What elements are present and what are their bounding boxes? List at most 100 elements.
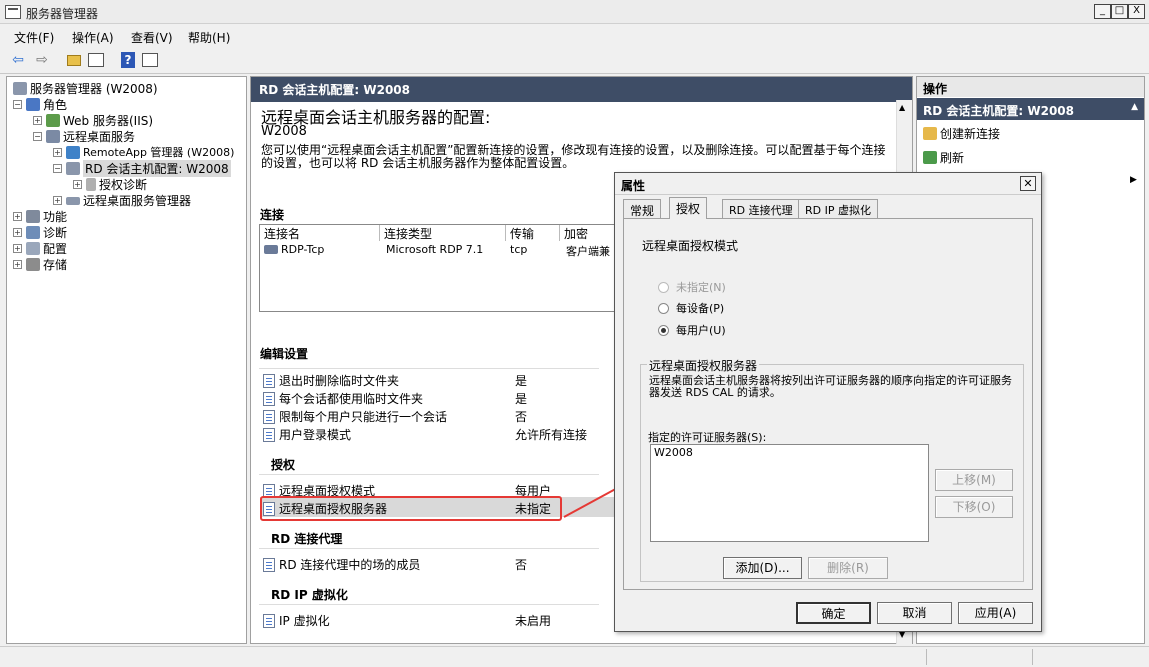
ok-button[interactable]: 确定	[796, 602, 871, 624]
setting-value: 允许所有连接	[515, 428, 588, 442]
expand-icon[interactable]: +	[13, 260, 22, 269]
setting-single-session[interactable]: 限制每个用户只能进行一个会话	[263, 408, 447, 425]
col-encryption[interactable]: 加密	[560, 225, 620, 241]
window-title: 服务器管理器	[26, 7, 99, 21]
expand-icon[interactable]: +	[13, 212, 22, 221]
license-mode-label: 远程桌面授权模式	[642, 239, 739, 253]
menu-action[interactable]: 操作(A)	[72, 29, 114, 46]
minimize-button[interactable]: _	[1094, 4, 1111, 19]
list-item[interactable]: W2008	[654, 446, 693, 459]
tree-item-roles[interactable]: − 角色	[13, 96, 67, 113]
radio-selected-icon	[658, 324, 669, 336]
server-icon	[13, 82, 27, 95]
tab-licensing[interactable]: 授权	[669, 197, 708, 219]
tree-item-rds[interactable]: − 远程桌面服务	[33, 128, 135, 145]
connections-list[interactable]: 连接名 连接类型 传输 加密 RDP-Tcp Microsoft RDP 7.1…	[259, 224, 620, 312]
setting-icon	[263, 391, 275, 406]
server-list-label: 指定的许可证服务器(S):	[648, 431, 767, 444]
tree-item-web[interactable]: + Web 服务器(IIS)	[33, 112, 153, 129]
collapse-icon[interactable]: −	[33, 132, 42, 141]
expand-icon[interactable]: +	[53, 196, 62, 205]
maximize-button[interactable]: □	[1111, 4, 1128, 19]
radio-unspecified[interactable]: 未指定(N)	[658, 279, 726, 295]
row-transport: tcp	[510, 243, 528, 256]
cancel-button[interactable]: 取消	[877, 602, 952, 624]
row-type: Microsoft RDP 7.1	[386, 243, 484, 256]
col-transport[interactable]: 传输	[506, 225, 560, 241]
up-folder-icon[interactable]	[64, 50, 84, 70]
setting-broker-member[interactable]: RD 连接代理中的场的成员	[263, 556, 420, 573]
expand-icon[interactable]: +	[13, 244, 22, 253]
expand-icon[interactable]: +	[33, 116, 42, 125]
dialog-titlebar: 属性 ✕	[615, 173, 1041, 195]
help-icon[interactable]: ?	[118, 50, 138, 70]
tab-rd-ipv[interactable]: RD IP 虚拟化	[798, 199, 878, 218]
setting-value: 否	[515, 558, 528, 572]
toolbar: ⇦ ⇨ ?	[0, 47, 1149, 74]
tree-item-root[interactable]: 服务器管理器 (W2008)	[13, 80, 158, 97]
table-row[interactable]: RDP-Tcp	[264, 243, 324, 256]
tree-item-rdsmanager[interactable]: + 远程桌面服务管理器	[53, 192, 191, 209]
remove-button[interactable]: 删除(R)	[808, 557, 888, 579]
menu-help[interactable]: 帮助(H)	[188, 29, 230, 46]
col-type[interactable]: 连接类型	[380, 225, 506, 241]
dialog-close-button[interactable]: ✕	[1020, 176, 1036, 191]
server-list[interactable]: W2008	[650, 444, 929, 542]
submenu-arrow-icon[interactable]: ▶	[1130, 175, 1137, 185]
col-name[interactable]: 连接名	[260, 225, 380, 241]
radio-icon	[658, 302, 669, 314]
title-bar: 服务器管理器 _ □ X	[0, 0, 1149, 24]
tree-item-diagnostics[interactable]: + 诊断	[13, 224, 67, 241]
apply-button[interactable]: 应用(A)	[958, 602, 1033, 624]
setting-ip-virtualization[interactable]: IP 虚拟化	[263, 612, 330, 629]
remote-desktop-icon	[46, 130, 60, 143]
scroll-up-icon[interactable]: ▲	[899, 103, 905, 112]
forward-arrow-icon[interactable]: ⇨	[32, 50, 52, 70]
setting-icon	[263, 373, 275, 388]
collapse-icon[interactable]: −	[53, 164, 62, 173]
action-new-connection[interactable]: 创建新连接	[923, 125, 1000, 142]
radio-icon	[658, 281, 669, 293]
license-server-group: 远程桌面授权服务器 远程桌面会话主机服务器将按列出许可证服务器的顺序向指定的许可…	[640, 357, 1024, 582]
add-button[interactable]: 添加(D)...	[723, 557, 802, 579]
move-up-button[interactable]: 上移(M)	[935, 469, 1013, 491]
ipv-section: RD IP 虚拟化	[271, 588, 348, 602]
setting-temp-per-session[interactable]: 每个会话都使用临时文件夹	[263, 390, 423, 407]
tree-item-features[interactable]: + 功能	[13, 208, 67, 225]
collapse-icon[interactable]: −	[13, 100, 22, 109]
tree-item-remoteapp[interactable]: + RemoteApp 管理器 (W2008)	[53, 144, 234, 160]
radio-per-device[interactable]: 每设备(P)	[658, 300, 724, 316]
navigation-tree: 服务器管理器 (W2008) − 角色 + Web 服务器(IIS) − 远程桌面服务…	[6, 76, 247, 644]
edit-settings-label: 编辑设置	[260, 347, 309, 361]
radio-per-user[interactable]: 每用户(U)	[658, 322, 726, 338]
tree-item-rdconfig[interactable]: − RD 会话主机配置: W2008	[53, 160, 231, 177]
group-title: 远程桌面授权服务器	[647, 357, 760, 374]
setting-icon	[263, 427, 275, 442]
move-down-button[interactable]: 下移(O)	[935, 496, 1013, 518]
expand-icon[interactable]: +	[53, 147, 62, 157]
actions-subheader[interactable]: RD 会话主机配置: W2008 ▲	[917, 98, 1144, 120]
collapse-arrow-icon[interactable]: ▲	[1131, 102, 1138, 112]
close-button[interactable]: X	[1128, 4, 1145, 19]
expand-icon[interactable]: +	[13, 228, 22, 237]
page-description: 您可以使用“远程桌面会话主机配置”配置新连接的设置，修改现有连接的设置，以及删除…	[261, 143, 886, 170]
setting-delete-temp[interactable]: 退出时删除临时文件夹	[263, 372, 399, 389]
menu-file[interactable]: 文件(F)	[14, 29, 54, 46]
back-arrow-icon[interactable]: ⇦	[8, 50, 28, 70]
connections-label: 连接	[260, 208, 285, 222]
setting-logon-mode[interactable]: 用户登录模式	[263, 426, 351, 443]
row-encryption: 客户端兼	[566, 245, 610, 258]
highlight-box	[260, 496, 562, 521]
tree-item-storage[interactable]: + 存储	[13, 256, 67, 273]
tab-general[interactable]: 常规	[623, 199, 662, 218]
show-action-pane-icon[interactable]	[140, 50, 160, 70]
tab-rd-broker[interactable]: RD 连接代理	[722, 199, 800, 218]
show-hide-tree-icon[interactable]	[86, 50, 106, 70]
expand-icon[interactable]: +	[73, 180, 82, 189]
menu-view[interactable]: 查看(V)	[131, 29, 173, 46]
group-description: 远程桌面会话主机服务器将按列出许可证服务器的顺序向指定的许可证服务器发送 RDS…	[649, 374, 1012, 399]
tree-item-licdiag[interactable]: + 授权诊断	[73, 176, 147, 193]
tree-item-config[interactable]: + 配置	[13, 240, 67, 257]
action-refresh[interactable]: 刷新	[923, 149, 964, 166]
dialog-title: 属性	[621, 179, 646, 193]
